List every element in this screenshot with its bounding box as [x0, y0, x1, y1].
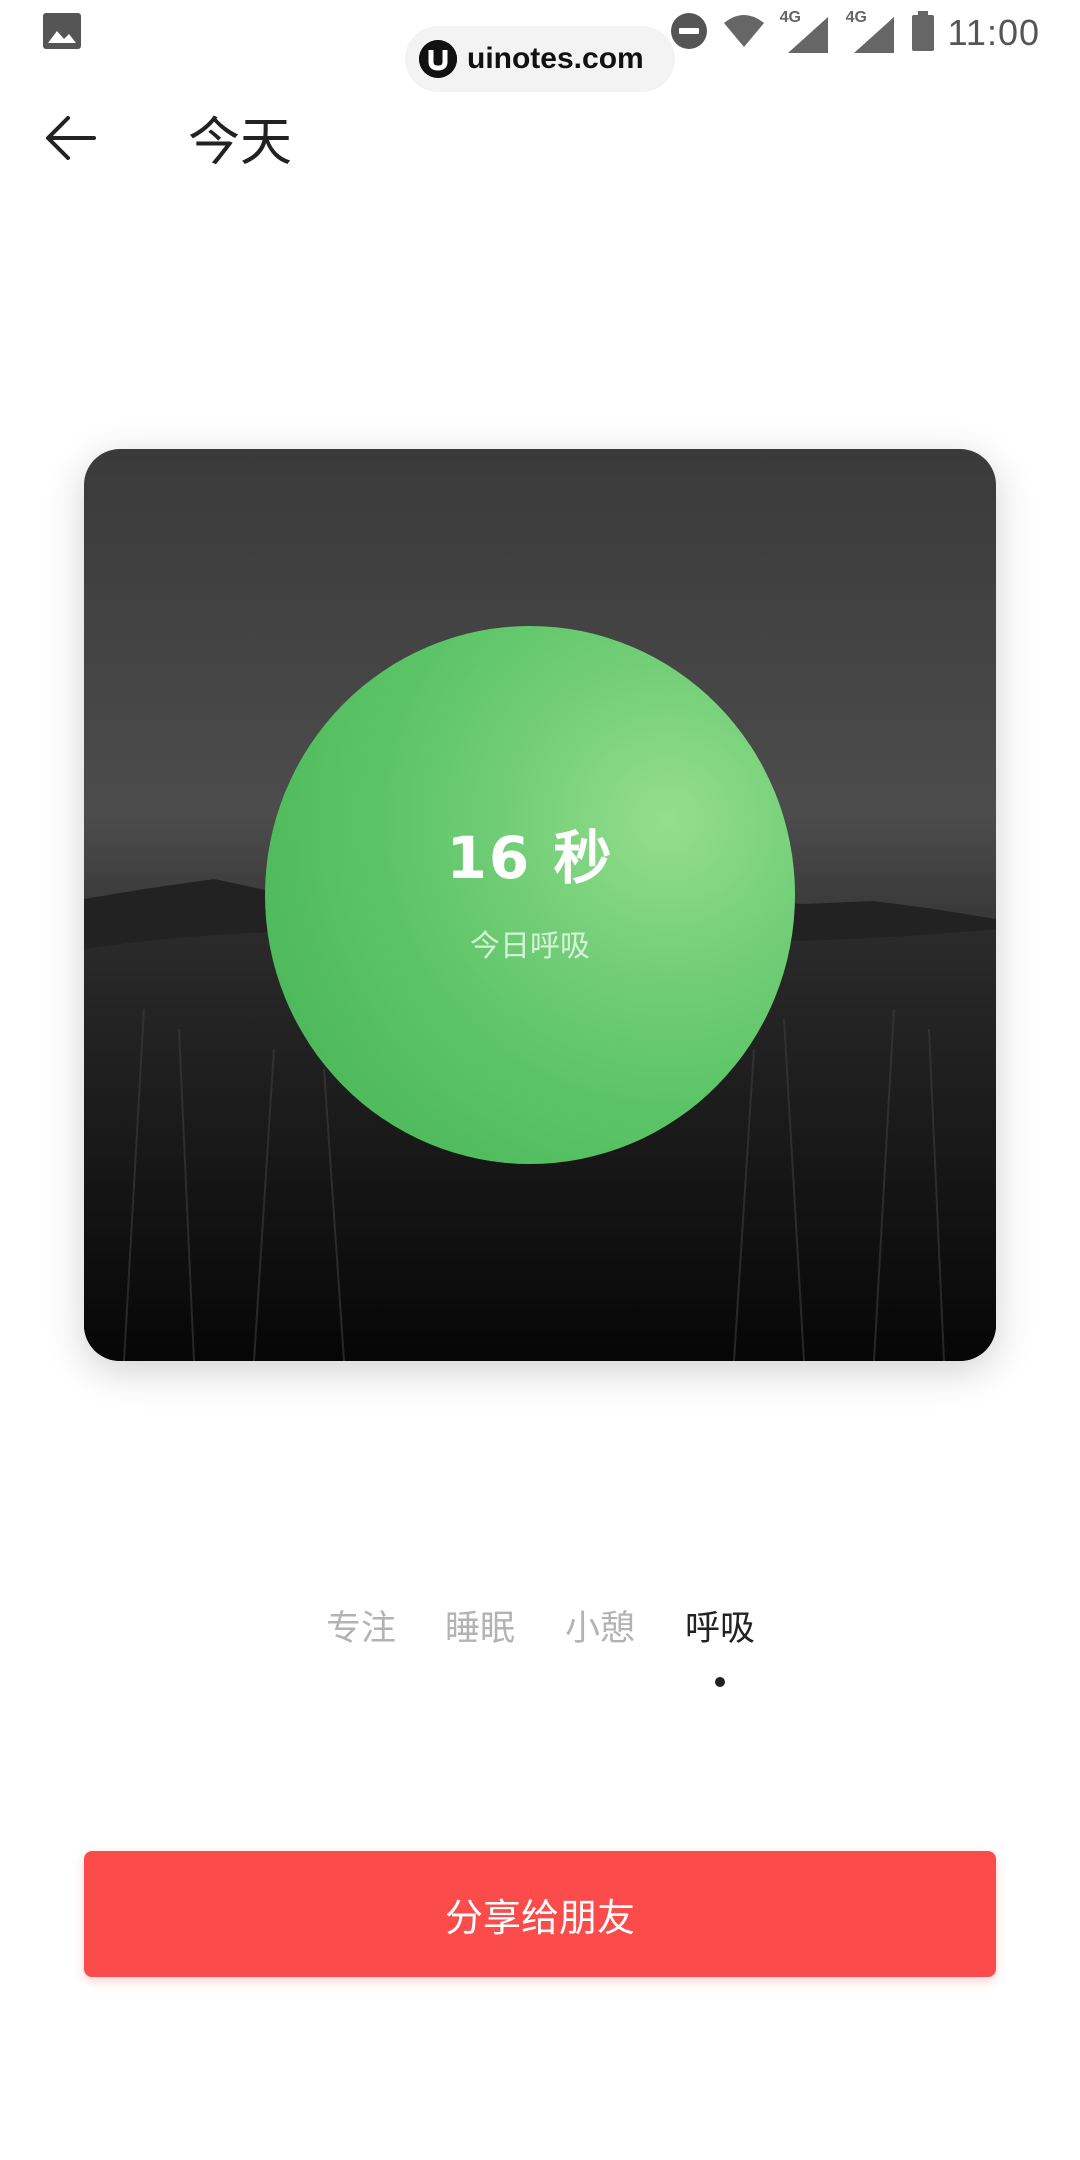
signal-icon: 4G	[846, 9, 898, 55]
back-button[interactable]	[40, 108, 106, 174]
tab-focus[interactable]: 专注	[316, 1600, 406, 1651]
tab-nap[interactable]: 小憩	[555, 1600, 645, 1651]
active-tab-indicator	[715, 1677, 725, 1687]
breath-summary-card: 16 秒 今日呼吸	[84, 449, 996, 1361]
watermark-text: uinotes.com	[467, 42, 644, 75]
share-button[interactable]: 分享给朋友	[84, 1851, 996, 1977]
image-icon	[42, 12, 82, 50]
status-time: 11:00	[947, 12, 1040, 53]
breath-label: 今日呼吸	[470, 929, 590, 964]
page-title: 今天	[188, 113, 293, 173]
breath-duration: 16 秒	[446, 824, 614, 892]
tab-breath[interactable]: 呼吸	[675, 1600, 765, 1651]
battery-icon	[911, 11, 934, 55]
do-not-disturb-icon	[670, 12, 708, 54]
signal-icon: 4G	[780, 9, 832, 55]
tab-sleep[interactable]: 睡眠	[435, 1600, 525, 1651]
uinotes-logo-icon	[419, 40, 457, 78]
arrow-left-icon	[46, 116, 96, 160]
watermark-badge: uinotes.com	[405, 26, 675, 92]
breath-circle: 16 秒 今日呼吸	[265, 626, 795, 1164]
wifi-icon	[722, 13, 766, 53]
status-icons: 4G 4G 11:00	[670, 8, 1040, 58]
